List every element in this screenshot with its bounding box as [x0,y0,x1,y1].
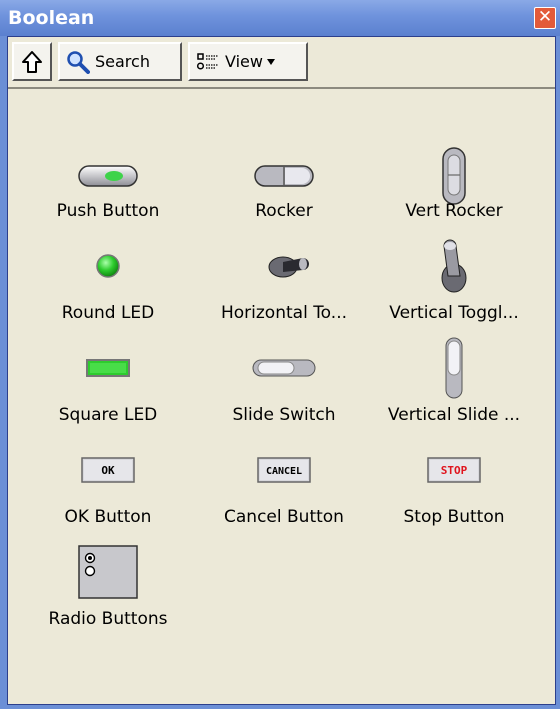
cancel-icon-text: CANCEL [266,466,302,477]
palette-item-cancel-button[interactable]: CANCEL Cancel Button [194,435,374,545]
control-grid: Push Button Rocker Vert Rocker Round LED… [8,89,555,704]
palette-item-horizontal-toggle[interactable]: Horizontal To... [194,231,374,341]
item-label: Vert Rocker [405,201,503,221]
palette-item-ok-button[interactable]: OK OK Button [18,435,198,545]
item-label: Radio Buttons [48,609,168,629]
search-button[interactable]: Search [58,42,182,81]
view-list-icon [196,52,218,70]
search-label: Search [95,52,150,71]
stop-button-icon: STOP [364,435,544,505]
palette-item-radio-buttons[interactable]: Radio Buttons [18,537,198,647]
palette-item-square-led[interactable]: Square LED [18,333,198,443]
search-icon [67,50,90,74]
up-arrow-icon [22,50,42,73]
ok-button-icon: OK [18,435,198,505]
horizontal-toggle-icon [194,231,374,301]
item-label: Rocker [255,201,313,221]
chevron-down-icon [266,58,275,65]
palette-item-vertical-toggle[interactable]: Vertical Toggl... [364,231,544,341]
stop-icon-text: STOP [441,464,468,477]
radio-buttons-icon [18,537,198,607]
item-label: Horizontal To... [220,303,347,323]
title-bar[interactable]: Boolean ✕ [0,0,560,36]
item-label: Vertical Slide ... [387,405,521,425]
palette-item-vertical-slide[interactable]: Vertical Slide ... [364,333,544,443]
up-button[interactable] [12,42,52,81]
ok-icon-text: OK [101,464,115,477]
item-label: Slide Switch [232,405,336,425]
palette-item-stop-button[interactable]: STOP Stop Button [364,435,544,545]
cancel-button-icon: CANCEL [194,435,374,505]
window-title: Boolean [8,7,95,29]
palette-item-rocker[interactable]: Rocker [194,129,374,239]
vertical-slide-icon [364,333,544,403]
item-label: OK Button [64,507,152,527]
close-icon[interactable]: ✕ [534,7,556,29]
item-label: Cancel Button [224,507,344,527]
item-label: Stop Button [403,507,505,527]
item-label: Square LED [58,405,158,425]
palette-panel: Search View Push Button Rocker Vert Rock… [7,36,556,705]
item-label: Vertical Toggl... [389,303,519,323]
palette-window: Boolean ✕ Search View Push Button Rocker… [0,0,560,709]
palette-item-push-button[interactable]: Push Button [18,129,198,239]
slide-switch-icon [194,333,374,403]
vertical-toggle-icon [364,231,544,301]
square-led-icon [18,333,198,403]
item-label: Round LED [61,303,155,323]
view-label: View [225,52,263,71]
palette-item-round-led[interactable]: Round LED [18,231,198,341]
round-led-icon [18,231,198,301]
palette-item-slide-switch[interactable]: Slide Switch [194,333,374,443]
view-button[interactable]: View [188,42,308,81]
item-label: Push Button [56,201,160,221]
palette-item-vert-rocker[interactable]: Vert Rocker [364,129,544,239]
toolbar: Search View [8,37,555,89]
